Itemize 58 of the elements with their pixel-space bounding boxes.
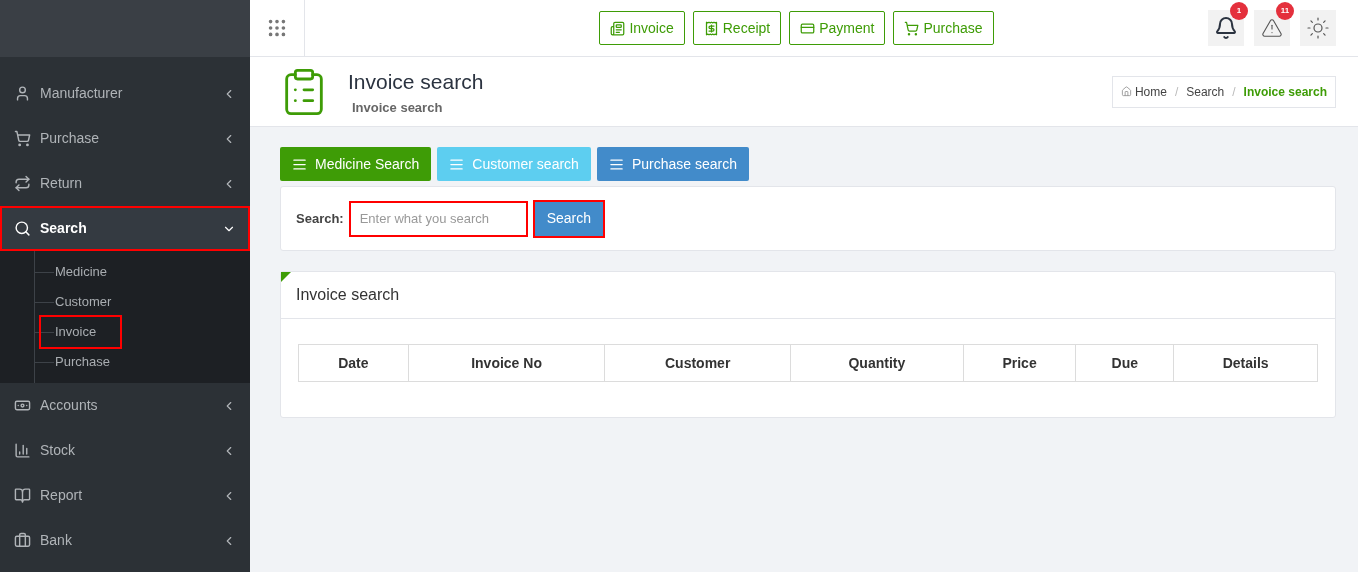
breadcrumb-separator: / [1174, 83, 1179, 101]
breadcrumb-link[interactable]: Home [1134, 82, 1167, 101]
quick-action-button[interactable]: Invoice [599, 11, 685, 45]
book-icon [14, 487, 31, 504]
search-tab[interactable]: Purchase search [596, 147, 749, 181]
cart-icon [14, 130, 31, 147]
sidebar-item[interactable]: Manufacturer [0, 71, 250, 116]
column-header: Due [1075, 344, 1174, 382]
quick-action-button[interactable]: Purchase [893, 11, 994, 45]
column-header: Date [298, 344, 409, 382]
page-title: Invoice search [348, 69, 485, 95]
bar-chart-icon [14, 442, 31, 459]
list-icon [449, 156, 465, 172]
settings-icon [1306, 16, 1330, 40]
column-header: Customer [604, 344, 791, 382]
sidebar-item[interactable]: Purchase [0, 116, 250, 161]
panel-title: Invoice search [296, 285, 400, 305]
column-header: Invoice No [408, 344, 605, 382]
search-field[interactable]: Enter what you search [348, 200, 528, 237]
bell-icon [1214, 16, 1238, 40]
quick-action-button[interactable]: Payment [789, 11, 886, 45]
sidebar-item[interactable]: Bank [0, 518, 250, 563]
list-icon [292, 156, 307, 172]
home-icon [1120, 86, 1132, 97]
user-icon [14, 85, 31, 102]
column-header: Price [963, 344, 1076, 382]
sidebar-item[interactable]: Search [0, 206, 250, 251]
submenu-item[interactable]: Medicine [54, 257, 109, 287]
search-button[interactable]: Search [532, 199, 606, 238]
submenu-item[interactable]: Invoice [41, 317, 121, 347]
settings-button[interactable] [1300, 10, 1336, 46]
apps-grid-icon[interactable] [266, 17, 288, 39]
briefcase-icon [14, 532, 31, 549]
sidebar-item[interactable]: Accounts [0, 383, 250, 428]
column-header: Quantity [790, 344, 964, 382]
payment-icon [800, 20, 816, 36]
search-tab[interactable]: Medicine Search [280, 147, 432, 181]
breadcrumb-separator: / [1232, 83, 1236, 101]
breadcrumb-link[interactable]: Search [1186, 82, 1225, 101]
column-header: Details [1173, 344, 1318, 382]
repeat-icon [14, 175, 31, 192]
banknote-icon [703, 20, 719, 36]
sidebar-item[interactable]: Report [0, 473, 250, 518]
quick-action-button[interactable]: Receipt [692, 11, 782, 45]
cart-icon [904, 20, 920, 36]
submenu-item[interactable]: Customer [54, 287, 113, 317]
warning-icon [1261, 17, 1283, 39]
search-label: Search: [296, 209, 344, 228]
sidebar-item[interactable]: Return [0, 161, 250, 206]
document-icon [610, 20, 626, 36]
corner-mark [281, 272, 291, 282]
page-subtitle: Invoice search [352, 98, 444, 117]
search-icon [14, 220, 31, 237]
list-icon [608, 156, 624, 172]
submenu-item[interactable]: Purchase [54, 347, 111, 377]
notification-badge: 1 [1230, 2, 1248, 20]
alert-badge: 11 [1276, 2, 1294, 20]
sidebar-item[interactable]: Stock [0, 428, 250, 473]
